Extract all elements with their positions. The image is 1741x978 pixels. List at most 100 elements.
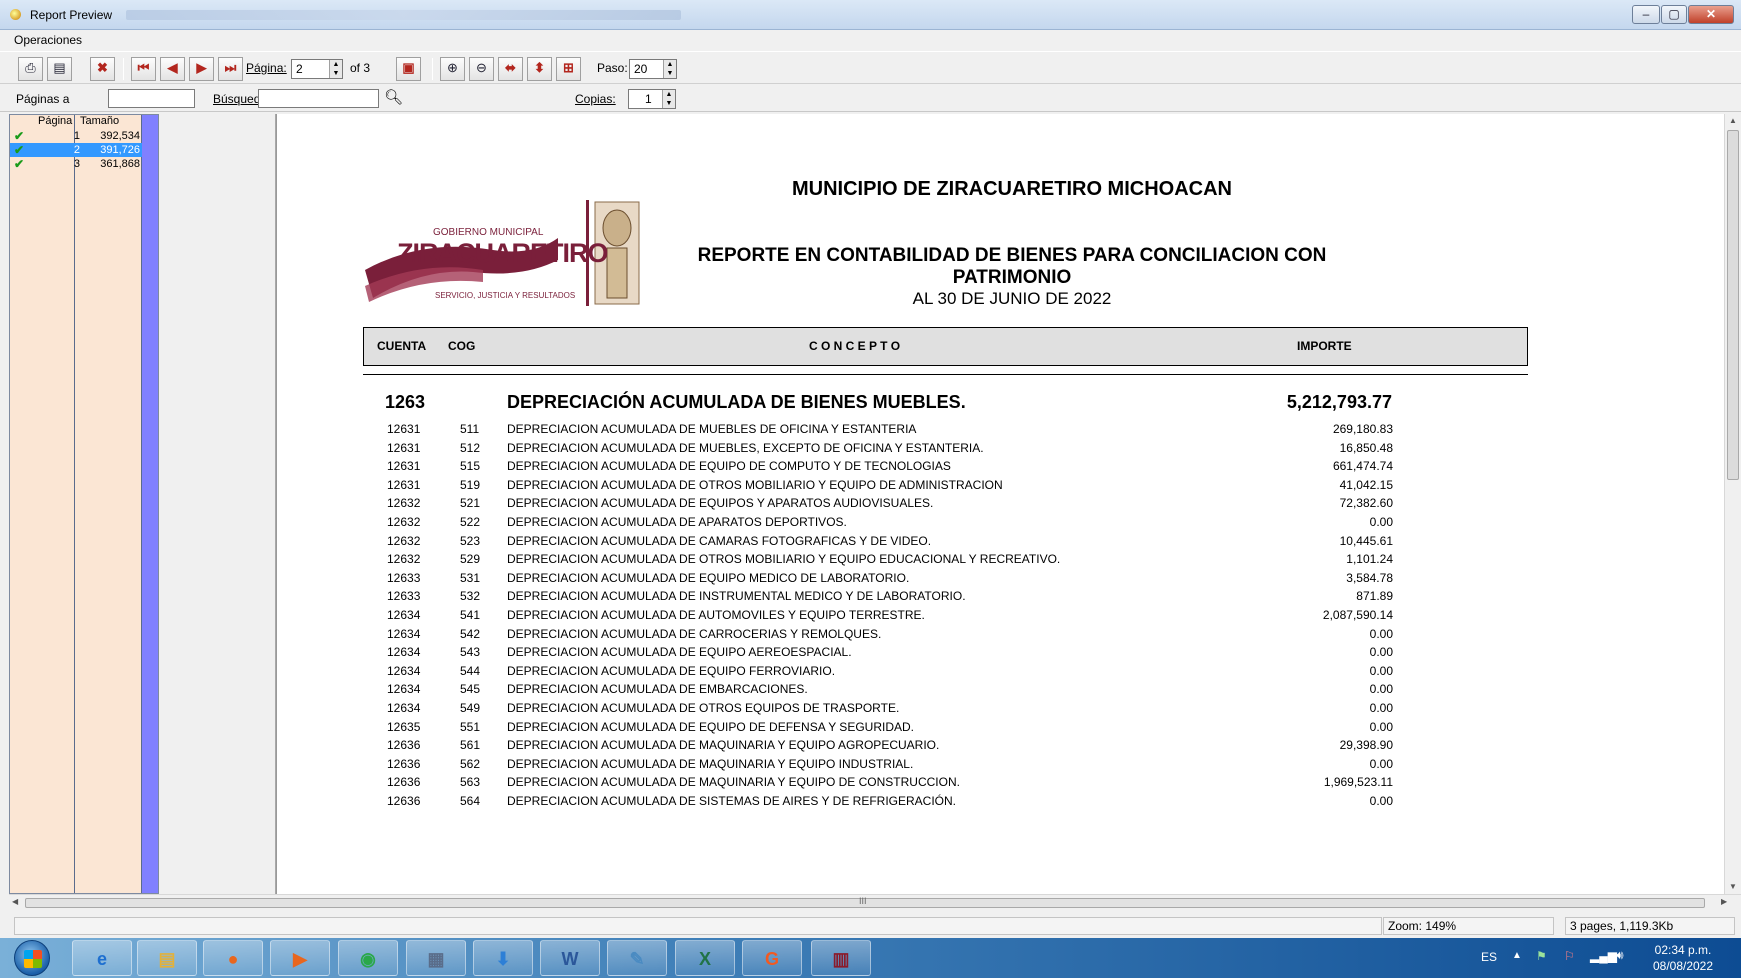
page-list-row[interactable]: ✔ 2 391,726 bbox=[10, 143, 142, 157]
start-button[interactable] bbox=[14, 940, 50, 976]
zoom-out-icon[interactable]: ⊖ bbox=[469, 57, 494, 81]
show-hidden-icons-icon[interactable]: ▲ bbox=[1512, 950, 1522, 961]
row-concepto: DEPRECIACION ACUMULADA DE OTROS MOBILIAR… bbox=[507, 552, 1061, 567]
page-list-scrollbar[interactable] bbox=[142, 115, 158, 893]
row-cuenta: 12635 bbox=[387, 719, 421, 734]
signal-icon[interactable]: ▂▄▆ bbox=[1590, 949, 1617, 963]
row-tamano: 361,868 bbox=[100, 158, 140, 170]
minimize-button[interactable]: – bbox=[1632, 5, 1660, 24]
taskbar-app-notes[interactable]: ✎ bbox=[607, 940, 667, 976]
horizontal-scrollbar[interactable]: ◀ III ▶ bbox=[9, 894, 1741, 910]
logo-motto-text: SERVICIO, JUSTICIA Y RESULTADOS bbox=[435, 291, 576, 300]
row-cuenta: 12634 bbox=[387, 645, 421, 660]
col-pagina: Página bbox=[38, 115, 73, 127]
row-cuenta: 12634 bbox=[387, 663, 421, 678]
taskbar-app-firefox[interactable]: ● bbox=[203, 940, 263, 976]
volume-icon[interactable]: 🔊︎ bbox=[1616, 948, 1624, 963]
taskbar-app-download[interactable]: ⬇ bbox=[473, 940, 533, 976]
taskbar: e ▤ ● ▶ ◉ ▦ ⬇ W ✎ X G ▥ ES ▲ ⚑ ⚐ ▂▄▆ 🔊︎ 02:34 p.m. … bbox=[0, 938, 1741, 978]
download-icon: ⬇ bbox=[495, 949, 511, 969]
paginas-input[interactable] bbox=[108, 89, 195, 108]
row-cuenta: 12636 bbox=[387, 794, 421, 808]
row-importe: 1,101.24 bbox=[1346, 552, 1393, 567]
scroll-down-icon[interactable]: ▼ bbox=[1729, 882, 1737, 891]
preview-margin bbox=[160, 114, 276, 894]
row-cuenta: 12632 bbox=[387, 496, 421, 511]
next-page-icon[interactable]: ▶ bbox=[189, 57, 214, 81]
logo-name-text: ZIRACUARETIRO bbox=[397, 238, 608, 268]
row-cog: 529 bbox=[460, 552, 481, 567]
fit-page-icon[interactable]: ⬍ bbox=[527, 57, 552, 81]
stepper-arrows-icon[interactable]: ▲ ▼ bbox=[662, 90, 675, 108]
scroll-left-icon[interactable]: ◀ bbox=[12, 897, 18, 906]
row-cog: 519 bbox=[460, 477, 481, 492]
row-cog: 541 bbox=[460, 608, 481, 622]
row-cuenta: 12636 bbox=[387, 775, 421, 790]
search-toolbar: Páginas a Búsqued 🔍︎ Copias: 1 ▲ ▼ bbox=[0, 86, 1741, 112]
row-concepto: DEPRECIACION ACUMULADA DE MAQUINARIA Y E… bbox=[507, 738, 940, 753]
row-importe: 29,398.90 bbox=[1339, 738, 1393, 753]
report-row: 12635 551 DEPRECIACION ACUMULADA DE EQUIPO… bbox=[277, 720, 1724, 741]
taskbar-app-media[interactable]: ▶ bbox=[270, 940, 330, 976]
scroll-thumb[interactable] bbox=[1727, 130, 1739, 480]
row-importe: 0.00 bbox=[1369, 663, 1393, 678]
paso-stepper[interactable]: 20 ▲ ▼ bbox=[629, 59, 677, 79]
page-setup-icon[interactable]: ▣ bbox=[396, 57, 421, 81]
taskbar-app-calculator[interactable]: ▦ bbox=[406, 940, 466, 976]
page-list-row[interactable]: ✔ 3 361,868 bbox=[10, 157, 142, 171]
row-cog: 512 bbox=[460, 440, 481, 455]
fit-width-icon[interactable]: ⬌ bbox=[498, 57, 523, 81]
check-icon: ✔ bbox=[14, 129, 25, 143]
search-icon[interactable]: 🔍︎ bbox=[384, 88, 403, 106]
row-concepto: DEPRECIACION ACUMULADA DE SISTEMAS DE AI… bbox=[507, 794, 956, 808]
actual-size-icon[interactable]: ⊞ bbox=[556, 57, 581, 81]
clock-time[interactable]: 02:34 p.m. bbox=[1652, 943, 1714, 957]
row-importe: 0.00 bbox=[1369, 719, 1393, 734]
taskbar-app-pdf[interactable]: G bbox=[742, 940, 802, 976]
maximize-button[interactable]: ▢ bbox=[1661, 5, 1687, 24]
page-count-label: of 3 bbox=[350, 61, 371, 75]
zoom-in-icon[interactable]: ⊕ bbox=[440, 57, 465, 81]
row-concepto: DEPRECIACION ACUMULADA DE EQUIPO DE DEFE… bbox=[507, 719, 914, 734]
print-icon[interactable]: ⎙ bbox=[18, 57, 43, 81]
action-center-icon[interactable]: ⚐ bbox=[1564, 949, 1575, 963]
taskbar-app-explorer[interactable]: ▤ bbox=[137, 940, 197, 976]
row-importe: 0.00 bbox=[1369, 701, 1393, 715]
language-indicator[interactable]: ES bbox=[1481, 950, 1497, 964]
row-concepto: DEPRECIACION ACUMULADA DE MAQUINARIA Y E… bbox=[507, 775, 960, 790]
page-list-row[interactable]: ✔ 1 392,534 bbox=[10, 129, 142, 143]
clock-date[interactable]: 08/08/2022 bbox=[1652, 959, 1714, 973]
report-row: 12632 529 DEPRECIACION ACUMULADA DE OTROS … bbox=[277, 552, 1724, 573]
stepper-arrows-icon[interactable]: ▲ ▼ bbox=[663, 60, 676, 78]
exit-icon[interactable]: ✖ bbox=[90, 57, 115, 81]
page-stepper[interactable]: 2 ▲ ▼ bbox=[291, 59, 343, 79]
taskbar-app-excel[interactable]: X bbox=[675, 940, 735, 976]
close-button[interactable]: ✕ bbox=[1688, 5, 1734, 24]
status-pages: 3 pages, 1,119.3Kb bbox=[1565, 917, 1735, 935]
scroll-right-icon[interactable]: ▶ bbox=[1721, 897, 1727, 906]
row-concepto: DEPRECIACION ACUMULADA DE EQUIPO AEREOES… bbox=[507, 645, 852, 660]
row-importe: 0.00 bbox=[1369, 645, 1393, 660]
scroll-up-icon[interactable]: ▲ bbox=[1729, 116, 1737, 125]
search-input[interactable] bbox=[258, 89, 379, 108]
stepper-arrows-icon[interactable]: ▲ ▼ bbox=[329, 60, 342, 78]
last-page-icon[interactable]: ⏭ bbox=[218, 57, 243, 81]
report-row: 12636 562 DEPRECIACION ACUMULADA DE MAQUIN… bbox=[277, 757, 1724, 778]
page-stepper-value: 2 bbox=[296, 62, 303, 76]
vertical-scrollbar[interactable]: ▲ ▼ bbox=[1724, 114, 1741, 894]
windows-logo-icon bbox=[24, 950, 42, 968]
row-importe: 0.00 bbox=[1369, 756, 1393, 771]
taskbar-app-ie[interactable]: e bbox=[72, 940, 132, 976]
taskbar-app-winrar[interactable]: ▥ bbox=[811, 940, 871, 976]
network-icon[interactable]: ⚑ bbox=[1536, 949, 1547, 963]
col-tamano: Tamaño bbox=[80, 115, 120, 127]
row-cuenta: 12632 bbox=[387, 552, 421, 567]
print-setup-icon[interactable]: ▤ bbox=[47, 57, 72, 81]
prev-page-icon[interactable]: ◀ bbox=[160, 57, 185, 81]
taskbar-app-word[interactable]: W bbox=[540, 940, 600, 976]
menu-operaciones[interactable]: Operaciones bbox=[14, 33, 82, 47]
copies-stepper[interactable]: 1 ▲ ▼ bbox=[628, 89, 676, 109]
firefox-icon: ● bbox=[227, 949, 239, 969]
first-page-icon[interactable]: ⏮ bbox=[131, 57, 156, 81]
taskbar-app-chrome[interactable]: ◉ bbox=[338, 940, 398, 976]
